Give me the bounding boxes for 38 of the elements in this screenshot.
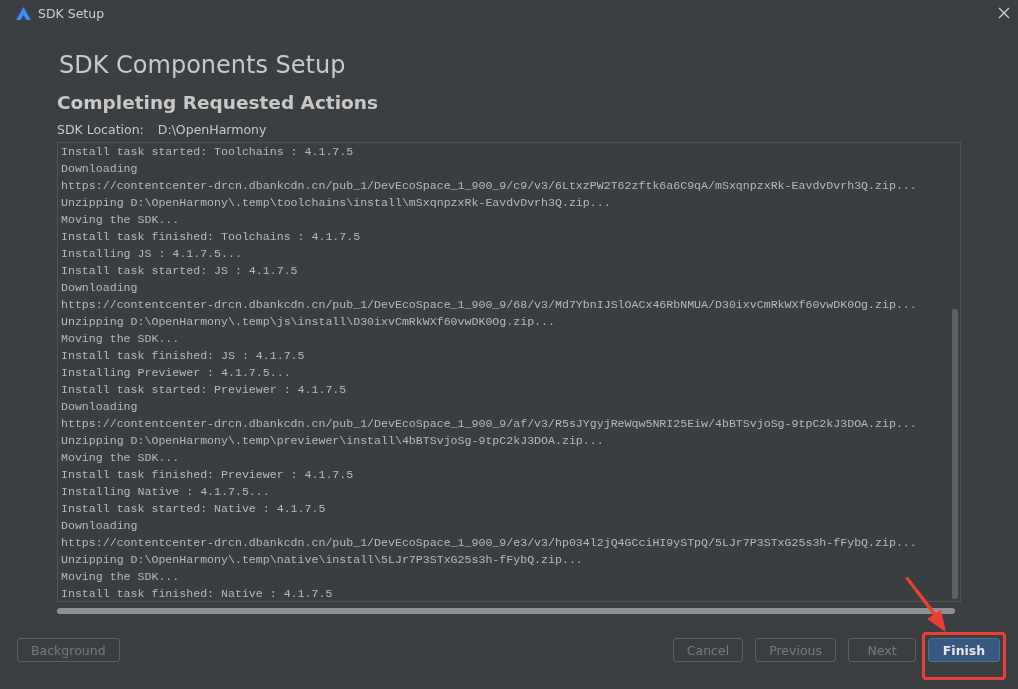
log-line: Install task finished: Previewer : 4.1.7.5 xyxy=(61,467,355,483)
log-line: Install task finished: JS : 4.1.7.5 xyxy=(61,348,306,364)
log-line: Installing JS : 4.1.7.5... xyxy=(61,246,243,262)
log-line: Unzipping D:\OpenHarmony\.temp\native\install\5LJr7P3STxG25s3h-fFybQ.zip... xyxy=(61,552,584,568)
location-value: D:\OpenHarmony xyxy=(157,121,267,139)
log-line: Install task started: Native : 4.1.7.5 xyxy=(61,501,327,517)
window-title: SDK Setup xyxy=(38,5,105,21)
log-line: https://contentcenter-drcn.dbankcdn.cn/pub_1/DevEcoSpace_1_900_9/68/v3/Md7YbnIJSlOACx46RbNMUA/D30ixvCmRkWXf60vwDK0Og.zip... xyxy=(61,297,918,313)
log-line: Moving the SDK... xyxy=(61,331,181,347)
log-line: Downloading xyxy=(61,280,139,296)
annotation-arrow xyxy=(903,577,947,633)
log-line: Downloading xyxy=(61,518,139,534)
log-line: Installing Native : 4.1.7.5... xyxy=(61,484,271,500)
log-line: Install task started: Toolchains : 4.1.7.5 xyxy=(61,144,355,160)
log-line: Moving the SDK... xyxy=(61,569,181,585)
section-heading: Completing Requested Actions xyxy=(57,91,379,115)
log-line: Downloading xyxy=(61,399,139,415)
log-line: Installing Previewer : 4.1.7.5... xyxy=(61,365,292,381)
log-line: Moving the SDK... xyxy=(61,212,181,228)
log-line: Unzipping D:\OpenHarmony\.temp\js\install\D30ixvCmRkWXf60vwDK0Og.zip... xyxy=(61,314,556,330)
log-line: Unzipping D:\OpenHarmony\.temp\toolchains\install\mSxqnpzxRk-EavdvDvrh3Q.zip... xyxy=(61,195,612,211)
close-icon[interactable] xyxy=(998,7,1010,19)
log-line: Install task finished: Toolchains : 4.1.7.5 xyxy=(61,229,362,245)
log-line: https://contentcenter-drcn.dbankcdn.cn/pub_1/DevEcoSpace_1_900_9/c9/v3/6LtxzPW2T62zftk6a6C9qA/mSxqnpzxRk-EavdvDvrh3Q.zip... xyxy=(61,178,918,194)
log-line: Install task started: Previewer : 4.1.7.5 xyxy=(61,382,348,398)
location-label: SDK Location: xyxy=(57,121,144,139)
scrollbar-thumb[interactable] xyxy=(57,608,955,614)
log-line: Install task started: JS : 4.1.7.5 xyxy=(61,263,299,279)
log-line: https://contentcenter-drcn.dbankcdn.cn/pub_1/DevEcoSpace_1_900_9/af/v3/R5sJYgyjReWqw5NRI25Eiw/4bBTSvjoSg-9tpC2kJ3DOA.zip... xyxy=(61,416,918,432)
log-line: Install task finished: Native : 4.1.7.5 xyxy=(61,586,334,601)
log-line: Unzipping D:\OpenHarmony\.temp\previewer\install\4bBTSvjoSg-9tpC2kJ3DOA.zip... xyxy=(61,433,605,449)
log-line: Downloading xyxy=(61,161,139,177)
page-heading: SDK Components Setup xyxy=(59,50,347,81)
app-logo-icon xyxy=(16,6,31,20)
log-line: https://contentcenter-drcn.dbankcdn.cn/pub_1/DevEcoSpace_1_900_9/e3/v3/hp034l2jQ4GCciHI9ySTpQ/5LJr7P3STxG25s3h-fFybQ.zip... xyxy=(61,535,918,551)
finish-button[interactable]: Finish xyxy=(928,638,1000,662)
log-line: Moving the SDK... xyxy=(61,450,181,466)
scrollbar-thumb[interactable] xyxy=(952,309,958,599)
